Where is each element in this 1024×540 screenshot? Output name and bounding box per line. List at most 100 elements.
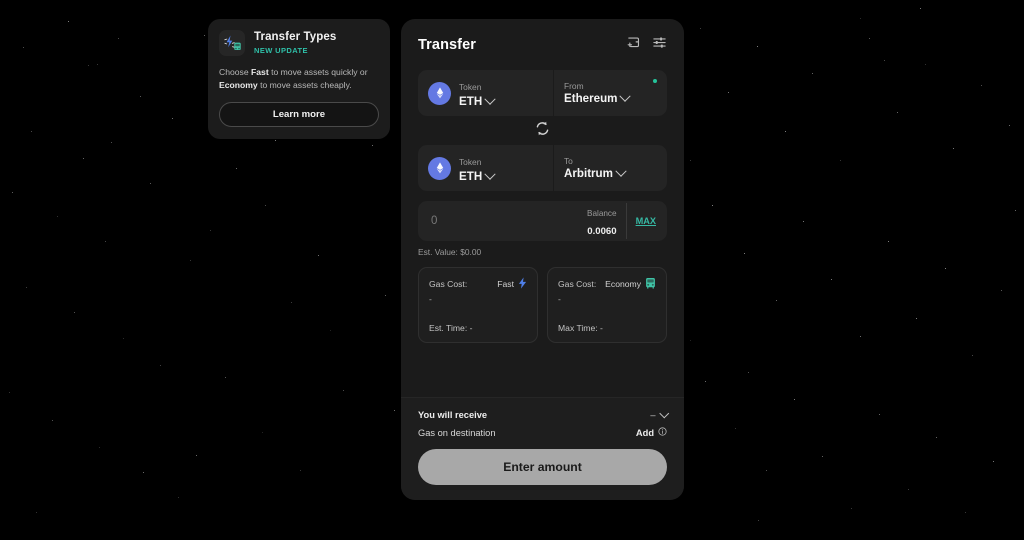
balance-value: 0.0060 — [587, 226, 617, 237]
gas-card-fast[interactable]: Gas Cost: Fast - Est. Time: - — [418, 267, 538, 343]
promo-text-bold-economy: Economy — [219, 79, 258, 90]
star — [343, 390, 344, 391]
star — [160, 365, 161, 366]
transfer-types-badge-icon — [219, 30, 245, 56]
star — [118, 38, 119, 39]
max-button[interactable]: MAX — [636, 216, 656, 226]
gas-card-economy-header: Gas Cost: Economy — [558, 277, 656, 291]
star — [372, 145, 373, 146]
gas-cost-label: Gas Cost: — [558, 279, 597, 289]
to-chain-value: Arbitrum — [564, 166, 613, 180]
gas-cards-group: Gas Cost: Fast - Est. Time: - Gas Cost: … — [418, 267, 667, 343]
star — [869, 38, 870, 39]
star — [83, 158, 85, 160]
transfer-panel-body: Transfer Token ETH From Ethereum Token E… — [401, 19, 684, 397]
star — [385, 295, 386, 296]
star — [748, 372, 749, 373]
info-circle-icon[interactable] — [658, 427, 667, 438]
star — [68, 21, 69, 22]
from-token-value: ETH — [459, 95, 483, 108]
star — [236, 168, 237, 169]
receive-value: – — [650, 410, 656, 420]
star — [204, 35, 205, 36]
gas-on-destination-row: Gas on destination Add — [418, 427, 667, 438]
star — [23, 47, 24, 48]
submit-transfer-button[interactable]: Enter amount — [418, 449, 667, 485]
star — [851, 508, 852, 509]
star — [262, 432, 263, 433]
star — [143, 472, 144, 473]
star — [690, 340, 691, 341]
star — [275, 140, 276, 141]
star — [52, 420, 54, 422]
star — [993, 461, 994, 462]
amount-input[interactable] — [431, 215, 563, 227]
star — [705, 381, 706, 382]
from-chain-value-row: Ethereum — [564, 90, 657, 106]
promo-description: Choose Fast to move assets quickly or Ec… — [219, 66, 379, 91]
swap-arrows-icon[interactable] — [534, 120, 551, 142]
gas-card-economy[interactable]: Gas Cost: Economy - Max Time: - — [547, 267, 667, 343]
amount-row: Balance 0.0060 MAX — [418, 201, 667, 241]
to-token-value-row: ETH — [459, 168, 496, 184]
balance-block: Balance 0.0060 — [562, 203, 627, 239]
chevron-down-icon — [619, 90, 632, 102]
star — [31, 131, 32, 132]
star — [712, 205, 713, 206]
star — [757, 46, 758, 47]
star — [123, 338, 124, 339]
add-wallet-icon[interactable] — [626, 35, 641, 55]
star — [300, 470, 301, 471]
transfer-types-promo-card: Transfer Types NEW UPDATE Choose Fast to… — [208, 19, 390, 139]
star — [330, 330, 331, 331]
star — [1015, 210, 1016, 211]
star — [172, 118, 173, 119]
star — [776, 300, 778, 302]
star — [36, 512, 37, 513]
star — [690, 160, 691, 161]
star — [97, 64, 99, 66]
chevron-down-icon — [484, 93, 496, 105]
bus-icon — [645, 277, 656, 291]
star — [766, 470, 768, 472]
connection-status-dot — [653, 79, 657, 83]
promo-text-3: to move assets cheaply. — [257, 79, 352, 90]
learn-more-button[interactable]: Learn more — [219, 102, 379, 127]
gas-on-destination-add-button[interactable]: Add — [636, 427, 667, 438]
settings-sliders-icon[interactable] — [652, 35, 667, 55]
star — [88, 65, 89, 66]
gas-on-destination-label: Gas on destination — [418, 427, 496, 438]
from-token-label: Token — [459, 82, 482, 92]
star — [1009, 125, 1010, 126]
gas-mode-fast-label: Fast — [497, 279, 514, 289]
star — [953, 148, 954, 149]
estimated-value-text: Est. Value: $0.00 — [418, 247, 482, 257]
star — [860, 18, 861, 19]
star — [178, 497, 179, 498]
star — [700, 28, 701, 29]
from-chain-selector[interactable]: From Ethereum — [554, 70, 667, 116]
receive-row: You will receive – — [418, 408, 669, 420]
to-token-text: Token ETH — [459, 152, 496, 184]
gas-on-destination-add-label: Add — [635, 427, 654, 438]
star — [888, 241, 889, 242]
star — [965, 512, 966, 513]
promo-heading-text: Transfer Types NEW UPDATE — [254, 31, 336, 56]
header-icon-group — [626, 35, 667, 55]
to-token-selector[interactable]: Token ETH — [418, 145, 554, 191]
from-token-selector[interactable]: Token ETH — [418, 70, 554, 116]
star — [9, 392, 10, 393]
app-background: Transfer Types NEW UPDATE Choose Fast to… — [0, 0, 1024, 540]
to-chain-selector[interactable]: To Arbitrum — [554, 145, 667, 191]
star — [908, 489, 909, 490]
star — [758, 520, 759, 521]
star — [225, 377, 226, 378]
star — [981, 85, 982, 86]
star — [925, 64, 927, 66]
from-route-row: Token ETH From Ethereum — [418, 70, 667, 116]
star — [936, 437, 937, 438]
star — [803, 221, 804, 222]
page-title: Transfer — [418, 37, 477, 53]
ethereum-logo-icon — [428, 81, 451, 105]
receive-expand-toggle[interactable]: – — [650, 408, 669, 420]
